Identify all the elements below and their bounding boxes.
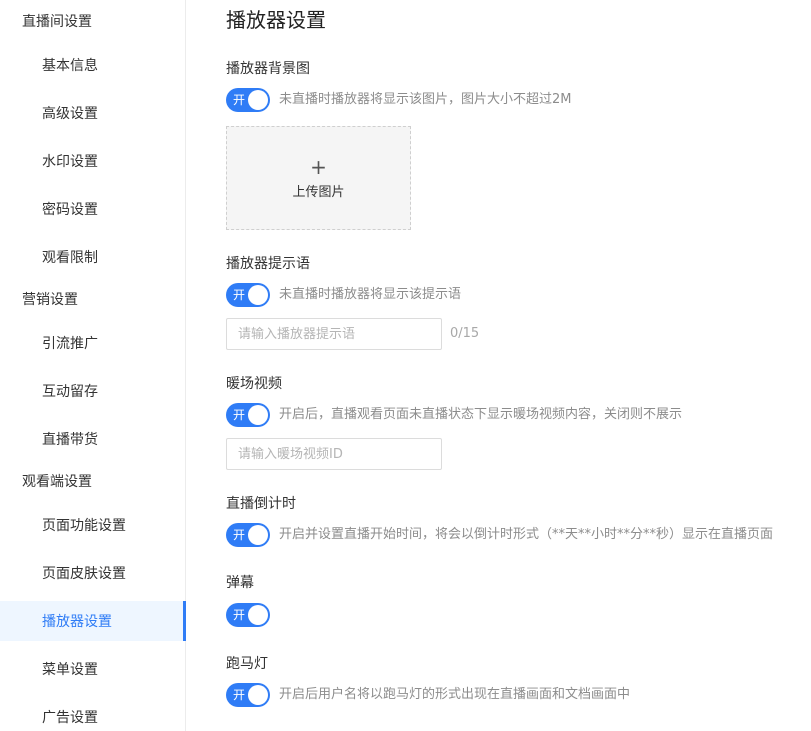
countdown-hint: 开启并设置直播开始时间，将会以倒计时形式（**天**小时**分**秒）显示在直播… xyxy=(279,527,774,542)
toggle-on-label: 开 xyxy=(233,408,246,422)
sidebar-item-advanced-settings[interactable]: 高级设置 xyxy=(0,93,185,133)
toggle-knob xyxy=(248,525,268,545)
toggle-knob xyxy=(248,685,268,705)
marquee-row: 开 开启后用户名将以跑马灯的形式出现在直播画面和文档画面中 xyxy=(226,683,630,707)
toggle-on-label: 开 xyxy=(233,688,246,702)
player-tip-char-counter: 0/15 xyxy=(450,326,480,341)
countdown-row: 开 开启并设置直播开始时间，将会以倒计时形式（**天**小时**分**秒）显示在… xyxy=(226,523,773,547)
danmaku-row: 开 xyxy=(226,603,270,627)
sidebar-item-page-function-settings[interactable]: 页面功能设置 xyxy=(0,505,185,545)
toggle-on-label: 开 xyxy=(233,288,246,302)
toggle-knob xyxy=(248,405,268,425)
toggle-knob xyxy=(248,90,268,110)
sidebar-item-viewing-restrictions[interactable]: 观看限制 xyxy=(0,237,185,277)
toggle-on-label: 开 xyxy=(233,608,246,622)
sidebar-item-live-commerce[interactable]: 直播带货 xyxy=(0,419,185,459)
toggle-knob xyxy=(248,605,268,625)
warmup-video-row: 开 开启后，直播观看页面未直播状态下显示暖场视频内容，关闭则不展示 xyxy=(226,403,682,427)
upload-image-label: 上传图片 xyxy=(292,184,345,200)
toggle-on-label: 开 xyxy=(233,93,246,107)
player-tip-row: 开 未直播时播放器将显示该提示语 xyxy=(226,283,461,307)
sidebar-item-menu-settings[interactable]: 菜单设置 xyxy=(0,649,185,689)
background-image-label: 播放器背景图 xyxy=(226,61,310,77)
sidebar-group-marketing-settings: 营销设置 xyxy=(22,292,78,308)
sidebar-item-password-settings[interactable]: 密码设置 xyxy=(0,189,185,229)
upload-image-button[interactable]: + 上传图片 xyxy=(226,126,411,230)
background-image-toggle[interactable]: 开 xyxy=(226,88,270,112)
sidebar-item-basic-info[interactable]: 基本信息 xyxy=(0,45,185,85)
sidebar-item-watermark-settings[interactable]: 水印设置 xyxy=(0,141,185,181)
sidebar-item-interaction-retention[interactable]: 互动留存 xyxy=(0,371,185,411)
danmaku-label: 弹幕 xyxy=(226,575,254,591)
warmup-video-hint: 开启后，直播观看页面未直播状态下显示暖场视频内容，关闭则不展示 xyxy=(279,407,683,422)
plus-icon: + xyxy=(310,154,327,179)
background-image-row: 开 未直播时播放器将显示该图片，图片大小不超过2M xyxy=(226,88,572,112)
warmup-video-toggle[interactable]: 开 xyxy=(226,403,270,427)
toggle-knob xyxy=(248,285,268,305)
page-title: 播放器设置 xyxy=(226,8,326,32)
danmaku-toggle[interactable]: 开 xyxy=(226,603,270,627)
main-content: 播放器设置 播放器背景图 开 未直播时播放器将显示该图片，图片大小不超过2M +… xyxy=(226,0,811,731)
countdown-toggle[interactable]: 开 xyxy=(226,523,270,547)
sidebar-group-live-room-settings: 直播间设置 xyxy=(22,14,92,30)
sidebar: 直播间设置 基本信息 高级设置 水印设置 密码设置 观看限制 营销设置 引流推广… xyxy=(0,0,186,731)
toggle-on-label: 开 xyxy=(233,528,246,542)
player-tip-input[interactable] xyxy=(226,318,442,350)
marquee-label: 跑马灯 xyxy=(226,656,268,672)
marquee-hint: 开启后用户名将以跑马灯的形式出现在直播画面和文档画面中 xyxy=(279,687,631,702)
sidebar-item-player-settings[interactable]: 播放器设置 xyxy=(0,601,186,641)
countdown-label: 直播倒计时 xyxy=(226,496,296,512)
player-tip-hint: 未直播时播放器将显示该提示语 xyxy=(279,287,462,302)
player-tip-label: 播放器提示语 xyxy=(226,256,310,272)
marquee-toggle[interactable]: 开 xyxy=(226,683,270,707)
warmup-video-id-input[interactable] xyxy=(226,438,442,470)
background-image-hint: 未直播时播放器将显示该图片，图片大小不超过2M xyxy=(279,92,572,107)
warmup-video-label: 暖场视频 xyxy=(226,376,282,392)
sidebar-group-viewer-settings: 观看端设置 xyxy=(22,474,92,490)
sidebar-item-ad-settings[interactable]: 广告设置 xyxy=(0,697,185,731)
sidebar-item-page-skin-settings[interactable]: 页面皮肤设置 xyxy=(0,553,185,593)
sidebar-item-traffic-promotion[interactable]: 引流推广 xyxy=(0,323,185,363)
player-tip-toggle[interactable]: 开 xyxy=(226,283,270,307)
